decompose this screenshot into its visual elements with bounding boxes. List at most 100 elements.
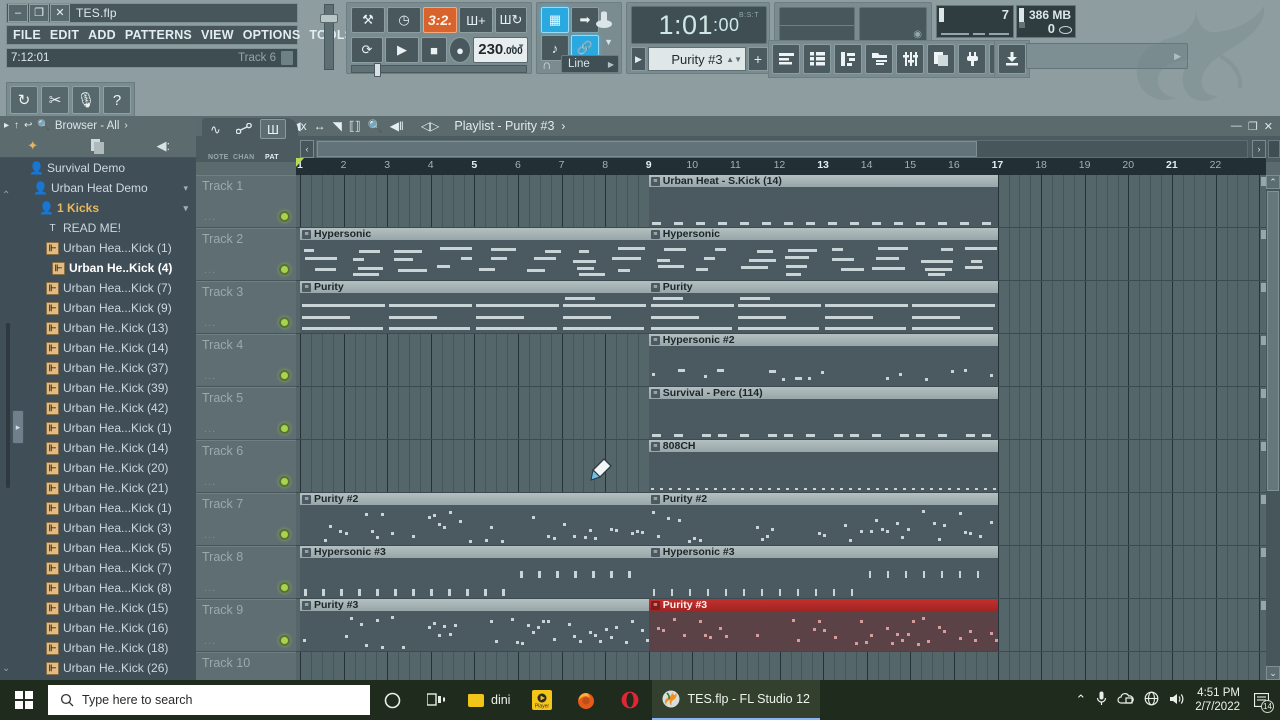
eye-icon[interactable]: ◉: [913, 29, 922, 40]
pat-mode-icon[interactable]: Ш: [260, 119, 286, 139]
hint-caret-icon[interactable]: ▶: [1174, 51, 1181, 62]
action-center-icon[interactable]: 14: [1250, 689, 1274, 713]
piano-roll-icon[interactable]: [834, 44, 862, 74]
track-header[interactable]: Track 10...: [196, 652, 296, 680]
browser-item-caret-icon[interactable]: ▾: [183, 183, 188, 194]
track-options-dots[interactable]: ...: [204, 423, 216, 435]
opera-app[interactable]: [608, 680, 652, 720]
playlist-clip[interactable]: ≡ Urban Heat - S.Kick (14): [648, 175, 998, 227]
browser-tab-wave-icon[interactable]: ✦: [0, 135, 65, 157]
browser-back-icon[interactable]: ↩: [24, 120, 32, 131]
clip-menu-icon[interactable]: ≡: [650, 388, 660, 398]
playlist-clip[interactable]: ≡ Survival - Perc (114): [648, 387, 998, 439]
track-enable-led[interactable]: [279, 423, 290, 434]
time-display[interactable]: 1:01:00 B:S:T: [631, 6, 767, 44]
menu-item-add[interactable]: ADD: [88, 28, 116, 42]
playlist-clip[interactable]: ≡ Hypersonic: [300, 228, 649, 280]
browser-tab-files-icon[interactable]: [65, 135, 130, 157]
playlist-vscroll-thumb[interactable]: [1267, 191, 1279, 491]
playlist-vscrollbar[interactable]: ⌃ ⌄: [1266, 175, 1280, 680]
track-options-dots[interactable]: ...: [204, 582, 216, 594]
playlist-lane[interactable]: ≡ Purity #2 ≡ Purity #2: [296, 493, 1266, 546]
help-icon[interactable]: ?: [103, 86, 131, 114]
track-header[interactable]: Track 6...: [196, 440, 296, 493]
playlist-lane[interactable]: ≡ 808CH: [296, 440, 1266, 493]
song-overview-box[interactable]: [779, 7, 855, 43]
track-enable-led[interactable]: [279, 476, 290, 487]
track-options-dots[interactable]: ...: [204, 476, 216, 488]
track-enable-led[interactable]: [279, 211, 290, 222]
step-sequencer-icon[interactable]: [803, 44, 831, 74]
playlist-grid[interactable]: ≡ Urban Heat - S.Kick (14) ≡ Hypersonic ≡ Hyp…: [296, 175, 1266, 680]
close-icon[interactable]: ✕: [50, 4, 70, 22]
browser-icon[interactable]: [865, 44, 893, 74]
track-options-dots[interactable]: ...: [204, 370, 216, 382]
song-loop-icon[interactable]: ⟳: [351, 37, 383, 63]
playlist-lane[interactable]: ≡ Purity ≡ Purity: [296, 281, 1266, 334]
track-enable-led[interactable]: [279, 264, 290, 275]
browser-tab-speaker-icon[interactable]: ◀:: [131, 135, 196, 157]
clip-menu-icon[interactable]: ≡: [650, 441, 660, 451]
clip-header[interactable]: ≡ Hypersonic #3: [648, 546, 998, 558]
slice-tool-icon[interactable]: ◥: [333, 119, 342, 133]
snap-selector[interactable]: Line ▶: [561, 55, 619, 73]
zoom-tool-icon[interactable]: 🔍: [368, 119, 383, 133]
track-options-dots[interactable]: ...: [204, 264, 216, 276]
file-explorer-app[interactable]: dini: [458, 680, 520, 720]
snap-dropdown-arrow-icon[interactable]: ▼: [604, 37, 613, 47]
clip-header[interactable]: ≡ Hypersonic #3: [300, 546, 649, 558]
playlist-close-icon[interactable]: ✕: [1264, 120, 1273, 133]
pattern-spinner-icon[interactable]: ▲▼: [726, 55, 742, 64]
project-picker-icon[interactable]: [927, 44, 955, 74]
playlist-restore-icon[interactable]: ❐: [1248, 120, 1258, 133]
clip-header[interactable]: ≡ Purity #3: [300, 599, 649, 611]
playlist-lane[interactable]: ≡ Purity #3 ≡ Purity #3: [296, 599, 1266, 652]
clip-menu-icon[interactable]: ≡: [302, 600, 311, 610]
browser-file-list[interactable]: 👤 Survival Demo 👤 Urban Heat Demo ▾ 👤 1 Kicks ▾…: [0, 158, 196, 680]
main-menu-bar[interactable]: FILE EDIT ADD PATTERNS VIEW OPTIONS TOOL…: [6, 25, 370, 45]
playlist-clip[interactable]: ≡ Purity #3: [648, 599, 998, 651]
playlist-clip[interactable]: ≡ Purity #2: [648, 493, 998, 545]
typing-keyboard-icon[interactable]: ▦: [541, 7, 569, 33]
tempo-field[interactable]: 230.000 ▲▼: [473, 37, 528, 63]
fl-studio-app[interactable]: TES.flp - FL Studio 12: [652, 680, 820, 720]
playlist-clip[interactable]: ≡ Purity: [648, 281, 998, 333]
clip-menu-icon[interactable]: ≡: [302, 229, 311, 239]
playlist-hscroll-left[interactable]: ‹: [300, 140, 314, 158]
track-enable-led[interactable]: [279, 370, 290, 381]
tray-onedrive-icon[interactable]: [1117, 692, 1134, 708]
clip-header[interactable]: ≡ Purity #2: [648, 493, 998, 505]
add-step-icon[interactable]: Ш+: [459, 7, 493, 33]
clip-menu-icon[interactable]: ≡: [302, 547, 311, 557]
cut-icon[interactable]: ✂: [41, 86, 69, 114]
browser-scroll-down-icon[interactable]: ⌄: [2, 663, 10, 674]
playlist-lane[interactable]: ≡ Hypersonic ≡ Hypersonic: [296, 228, 1266, 281]
clip-header[interactable]: ≡ Hypersonic #2: [648, 334, 998, 346]
browser-resize-handle[interactable]: ▸: [12, 410, 24, 444]
playlist-vscroll-up-icon[interactable]: ⌃: [1266, 175, 1280, 189]
clip-menu-icon[interactable]: ≡: [650, 494, 660, 504]
track-header[interactable]: Track 7...: [196, 493, 296, 546]
slip-tool-icon[interactable]: ↔: [314, 119, 326, 133]
clip-header[interactable]: ≡ Survival - Perc (114): [648, 387, 998, 399]
playlist-minimize-icon[interactable]: —: [1231, 120, 1242, 133]
taskbar-clock[interactable]: 4:51 PM 2/7/2022: [1195, 686, 1240, 714]
task-view-icon[interactable]: [414, 680, 458, 720]
clip-header[interactable]: ≡ Purity: [300, 281, 649, 293]
stop-icon[interactable]: ■: [421, 37, 447, 63]
track-header[interactable]: Track 3...: [196, 281, 296, 334]
media-player-app[interactable]: Player: [520, 680, 564, 720]
loop-record-icon[interactable]: Ш↻: [495, 7, 527, 33]
add-pattern-button[interactable]: +: [748, 47, 768, 71]
playlist-clip[interactable]: ≡ Hypersonic: [648, 228, 998, 280]
menu-item-patterns[interactable]: PATTERNS: [125, 28, 192, 42]
playlist-clip[interactable]: ≡ 808CH: [648, 440, 998, 492]
playlist-hscroll-thumb[interactable]: [317, 141, 977, 157]
play-icon[interactable]: ▶: [385, 37, 419, 63]
playlist-lane[interactable]: ≡ Hypersonic #3 ≡ Hypersonic #3: [296, 546, 1266, 599]
playlist-hscrollbar[interactable]: [316, 140, 1248, 158]
playlist-title-caret-icon[interactable]: ›: [561, 119, 565, 133]
track-options-dots[interactable]: ...: [204, 635, 216, 647]
playlist-lane[interactable]: ≡ Hypersonic #2: [296, 334, 1266, 387]
track-header[interactable]: Track 4...: [196, 334, 296, 387]
